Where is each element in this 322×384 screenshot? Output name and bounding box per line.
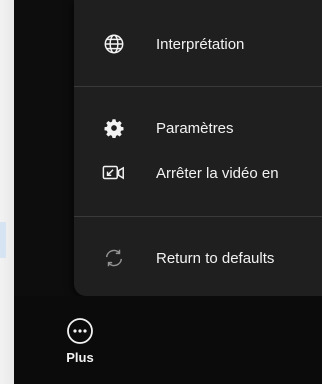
more-menu-panel: Interprétation Paramètres Arrêter la vid… — [74, 0, 322, 296]
more-icon — [65, 316, 95, 346]
menu-item-label: Paramètres — [156, 119, 234, 137]
menu-divider — [74, 216, 322, 217]
menu-item-settings[interactable]: Paramètres — [74, 110, 322, 146]
more-button-label: Plus — [66, 350, 94, 365]
video-stop-icon — [102, 161, 126, 185]
globe-icon — [102, 32, 126, 56]
background-accent — [0, 222, 6, 258]
reset-icon — [102, 246, 126, 270]
menu-divider — [74, 86, 322, 87]
background-window-edge — [0, 0, 14, 384]
menu-item-stop-video[interactable]: Arrêter la vidéo en — [74, 155, 322, 191]
gear-icon — [102, 116, 126, 140]
menu-item-label: Arrêter la vidéo en — [156, 164, 279, 182]
menu-item-interpretation[interactable]: Interprétation — [74, 26, 322, 62]
menu-item-label: Interprétation — [156, 35, 245, 53]
menu-item-label: Return to defaults — [156, 249, 275, 267]
menu-item-return-to-defaults[interactable]: Return to defaults — [74, 240, 322, 276]
more-button[interactable]: Plus — [58, 316, 102, 376]
